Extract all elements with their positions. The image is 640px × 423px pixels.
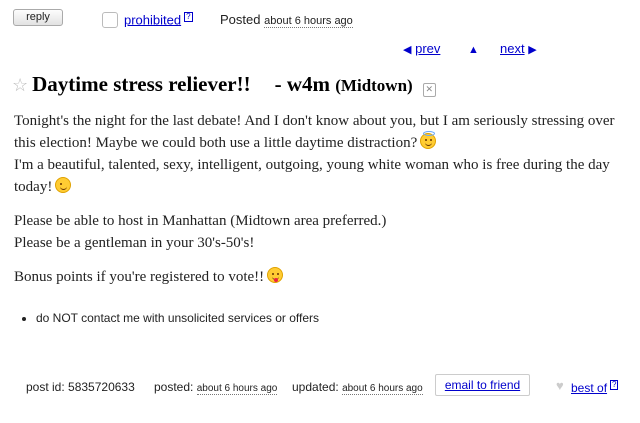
up-nav: ▲ xyxy=(468,41,479,56)
notice-item: do NOT contact me with unsolicited servi… xyxy=(36,311,319,325)
body-text-3a: Please be able to host in Manhattan (Mid… xyxy=(14,213,387,229)
email-to-friend-button[interactable]: email to friend xyxy=(435,374,530,396)
next-link[interactable]: next xyxy=(500,41,525,56)
footer-updated-label: updated: xyxy=(292,380,339,394)
prohibited-checkbox[interactable] xyxy=(102,12,118,28)
favorite-star-icon[interactable]: ☆ xyxy=(12,75,28,95)
post-title-text: Daytime stress reliever!! xyxy=(32,72,251,96)
prohibited-link[interactable]: prohibited xyxy=(124,12,181,27)
posted-label: Posted xyxy=(220,12,261,27)
next-nav: next ▶ xyxy=(500,41,537,56)
prohibited-flag: prohibited? xyxy=(124,12,193,27)
post-category: - w4m xyxy=(274,72,331,96)
body-text-2: I'm a beautiful, talented, sexy, intelli… xyxy=(14,157,610,195)
prev-link[interactable]: prev xyxy=(415,41,440,56)
angel-emoji-icon xyxy=(420,131,437,149)
body-paragraph: Bonus points if you're registered to vot… xyxy=(14,266,630,288)
wink-emoji-icon xyxy=(55,177,72,193)
footer-updated-timestamp: about 6 hours ago xyxy=(342,383,423,395)
body-text-4: Bonus points if you're registered to vot… xyxy=(14,269,265,285)
hide-icon[interactable]: ✕ xyxy=(422,83,436,97)
heart-icon: ♥ xyxy=(556,378,564,393)
up-arrow-icon[interactable]: ▲ xyxy=(468,44,479,56)
footer-posted-timestamp: about 6 hours ago xyxy=(196,383,278,395)
best-of: best of? xyxy=(571,380,619,395)
post-body: Tonight's the night for the last debate!… xyxy=(14,110,630,288)
posted-timestamp: about 6 hours ago xyxy=(264,15,353,28)
crazy-face-emoji-icon xyxy=(267,267,284,283)
footer-posted: posted: about 6 hours ago xyxy=(154,380,278,395)
body-paragraph: I'm a beautiful, talented, sexy, intelli… xyxy=(14,154,630,198)
prev-nav: ◀ prev xyxy=(403,41,440,56)
reply-button[interactable]: reply xyxy=(13,9,63,26)
best-of-help-icon[interactable]: ? xyxy=(610,380,619,390)
prev-arrow-icon[interactable]: ◀ xyxy=(403,44,411,56)
footer-updated: updated: about 6 hours ago xyxy=(292,380,423,395)
body-paragraph: Tonight's the night for the last debate!… xyxy=(14,110,630,154)
help-icon[interactable]: ? xyxy=(184,12,193,22)
best-of-link[interactable]: best of xyxy=(571,381,607,395)
post-location: (Midtown) xyxy=(335,76,413,95)
posted-info: Posted about 6 hours ago xyxy=(220,12,353,28)
notices-list: do NOT contact me with unsolicited servi… xyxy=(18,311,319,325)
post-id: post id: 5835720633 xyxy=(26,380,135,394)
body-text-1: Tonight's the night for the last debate!… xyxy=(14,113,615,151)
post-title: ☆ Daytime stress reliever!! - w4m (Midtown… xyxy=(12,72,436,97)
next-arrow-icon[interactable]: ▶ xyxy=(528,44,536,56)
footer-posted-label: posted: xyxy=(154,380,194,394)
body-text-3b: Please be a gentleman in your 30's-50's! xyxy=(14,235,255,251)
